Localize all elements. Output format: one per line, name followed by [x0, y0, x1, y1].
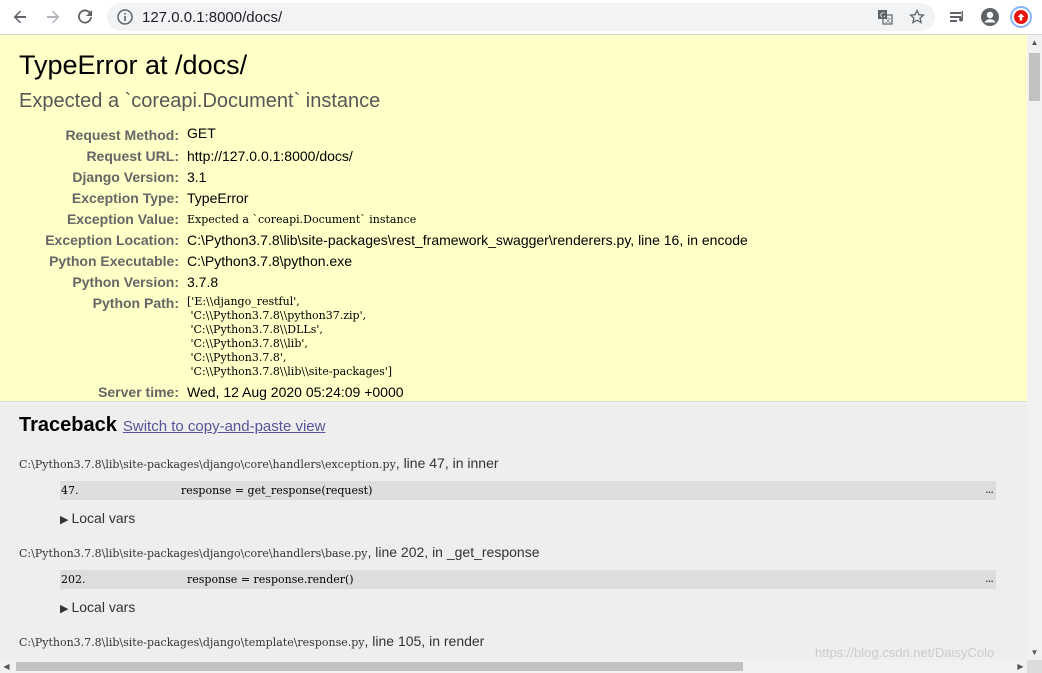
- frame-file: C:\Python3.7.8\lib\site-packages\django\…: [19, 636, 365, 649]
- meta-value: GET: [187, 125, 216, 141]
- traceback-frame: C:\Python3.7.8\lib\site-packages\django\…: [19, 544, 1008, 615]
- code-text: response = response.render(): [187, 573, 354, 586]
- translate-icon[interactable]: G 文: [877, 9, 893, 25]
- watermark: https://blog.csdn.net/DaisyColo: [815, 645, 995, 660]
- meta-value: C:\Python3.7.8\python.exe: [187, 253, 352, 269]
- back-icon[interactable]: [8, 5, 32, 29]
- local-vars-toggle[interactable]: ▶ Local vars: [60, 599, 1008, 615]
- profile-icon[interactable]: [980, 7, 1000, 27]
- meta-value: 3.7.8: [187, 274, 219, 290]
- local-vars-label: Local vars: [71, 599, 136, 615]
- meta-row: Server time: Wed, 12 Aug 2020 05:24:09 +…: [19, 382, 748, 403]
- meta-label: Python Executable:: [49, 253, 179, 269]
- meta-row: Exception Value: Expected a `coreapi.Doc…: [19, 209, 748, 230]
- meta-row: Django Version: 3.1: [19, 167, 748, 188]
- meta-row: Python Path: ['E:\\django_restful', 'C:\…: [19, 293, 748, 382]
- meta-label: Django Version:: [72, 169, 179, 185]
- meta-value: Wed, 12 Aug 2020 05:24:09 +0000: [187, 384, 404, 400]
- star-icon[interactable]: [909, 9, 925, 25]
- expand-triangle-icon: ▶: [60, 603, 69, 615]
- scroll-right-icon[interactable]: ▶: [1014, 660, 1027, 673]
- vertical-scrollbar[interactable]: ▲ ▼: [1027, 35, 1042, 660]
- local-vars-label: Local vars: [71, 510, 136, 526]
- meta-row: Exception Type: TypeError: [19, 188, 748, 209]
- meta-label: Server time:: [98, 384, 179, 400]
- meta-label: Exception Value:: [66, 211, 179, 227]
- vertical-scroll-thumb[interactable]: [1029, 53, 1040, 101]
- scrollbar-corner: [1027, 660, 1042, 673]
- meta-value: TypeError: [187, 190, 249, 206]
- meta-label: Python Version:: [72, 274, 179, 290]
- python-path: ['E:\\django_restful', 'C:\\Python3.7.8\…: [187, 295, 393, 378]
- horizontal-scrollbar[interactable]: ◀ ▶: [0, 660, 1027, 673]
- code-text: response = get_response(request): [181, 484, 373, 497]
- reload-icon[interactable]: [73, 5, 97, 29]
- request-meta-table: Request Method: GET Request URL: http://…: [19, 123, 748, 403]
- url-path: /docs/: [242, 9, 283, 26]
- meta-label: Python Path:: [92, 295, 179, 311]
- meta-row: Python Version: 3.7.8: [19, 272, 748, 293]
- meta-row: Request URL: http://127.0.0.1:8000/docs/: [19, 146, 748, 167]
- local-vars-toggle[interactable]: ▶ Local vars: [60, 510, 1008, 526]
- switch-view-link[interactable]: Switch to copy-and-paste view: [123, 418, 326, 435]
- meta-value: ['E:\\django_restful', 'C:\\Python3.7.8\…: [187, 293, 748, 382]
- traceback-frame: C:\Python3.7.8\lib\site-packages\django\…: [19, 455, 1008, 526]
- frame-line: , line 202, in _get_response: [367, 544, 540, 560]
- frame-file: C:\Python3.7.8\lib\site-packages\django\…: [19, 547, 368, 560]
- address-bar[interactable]: 127.0.0.1:8000/docs/ G 文: [107, 3, 935, 31]
- exception-message: Expected a `coreapi.Document` instance: [19, 90, 381, 112]
- scroll-up-icon[interactable]: ▲: [1027, 35, 1042, 50]
- more-context-button[interactable]: ...: [985, 570, 994, 585]
- page-title: TypeError at /docs/: [19, 50, 248, 80]
- url-host: 127.0.0.1:8000: [142, 9, 243, 26]
- url-text[interactable]: 127.0.0.1:8000/docs/: [142, 9, 282, 26]
- meta-label: Exception Location:: [45, 232, 179, 248]
- forward-icon[interactable]: [41, 5, 65, 29]
- more-context-button[interactable]: ...: [985, 481, 994, 496]
- scroll-left-icon[interactable]: ◀: [0, 660, 13, 673]
- meta-row: Request Method: GET: [19, 123, 748, 146]
- horizontal-scroll-thumb[interactable]: [16, 662, 743, 671]
- frame-line: , line 47, in inner: [395, 455, 499, 471]
- frame-location: C:\Python3.7.8\lib\site-packages\django\…: [19, 544, 1008, 560]
- traceback-heading: Traceback: [19, 414, 117, 436]
- meta-value: 3.1: [187, 169, 207, 185]
- meta-value: Expected a `coreapi.Document` instance: [187, 213, 417, 226]
- code-context-line[interactable]: 47. response = get_response(request) ...: [60, 481, 996, 500]
- traceback-section: Traceback Switch to copy-and-paste view …: [0, 402, 1027, 649]
- frame-line: , line 105, in render: [364, 633, 485, 649]
- scroll-down-icon[interactable]: ▼: [1027, 645, 1042, 660]
- meta-label: Exception Type:: [71, 190, 179, 206]
- page-viewport: TypeError at /docs/ Expected a `coreapi.…: [0, 35, 1027, 660]
- line-number: 202.: [61, 573, 86, 586]
- frame-file: C:\Python3.7.8\lib\site-packages\django\…: [19, 458, 396, 471]
- meta-label: Request Method:: [65, 127, 179, 143]
- info-icon[interactable]: [117, 9, 133, 25]
- error-summary: TypeError at /docs/ Expected a `coreapi.…: [0, 35, 1027, 402]
- meta-label: Request URL:: [86, 148, 179, 164]
- browser-toolbar: 127.0.0.1:8000/docs/ G 文: [0, 0, 1042, 35]
- traceback-header: Traceback Switch to copy-and-paste view: [19, 414, 1008, 437]
- meta-value: http://127.0.0.1:8000/docs/: [187, 148, 353, 164]
- meta-row: Exception Location: C:\Python3.7.8\lib\s…: [19, 230, 748, 251]
- meta-value: C:\Python3.7.8\lib\site-packages\rest_fr…: [187, 232, 748, 248]
- frame-location: C:\Python3.7.8\lib\site-packages\django\…: [19, 455, 1008, 471]
- expand-triangle-icon: ▶: [60, 514, 69, 526]
- line-number: 47.: [61, 484, 79, 497]
- meta-row: Python Executable: C:\Python3.7.8\python…: [19, 251, 748, 272]
- reading-list-icon[interactable]: [948, 7, 968, 27]
- code-context-line[interactable]: 202. response = response.render() ...: [60, 570, 996, 589]
- extension-icon[interactable]: [1010, 6, 1032, 28]
- svg-text:文: 文: [885, 17, 891, 25]
